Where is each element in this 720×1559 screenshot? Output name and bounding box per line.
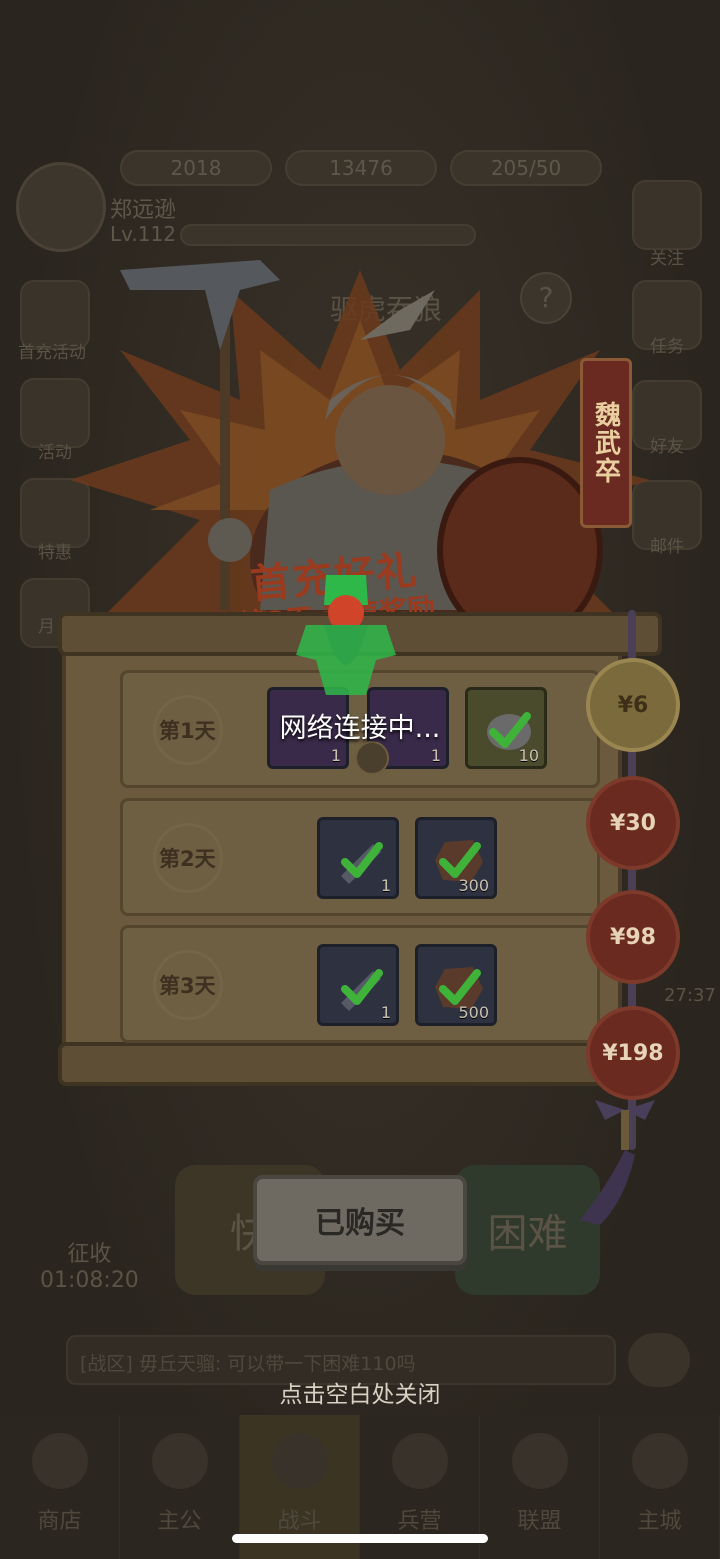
hero-name-plate: 魏武卒 — [580, 358, 632, 528]
day-label: 第2天 — [159, 847, 216, 871]
price-tag-198[interactable]: ¥198 — [586, 1006, 680, 1100]
levy-timer: 01:08:20 — [40, 1268, 139, 1293]
stamina-value: 205/50 — [490, 156, 562, 180]
item-qty: 1 — [380, 876, 391, 895]
nav-label: 主城 — [637, 1509, 682, 1534]
chat-message: [战区] 毋丘天骝: 可以带一下困难110吗 — [80, 1353, 416, 1375]
price-tag-30[interactable]: ¥30 — [586, 776, 680, 870]
lord-icon — [151, 1433, 208, 1489]
avatar[interactable] — [16, 162, 106, 252]
nav-label: 商店 — [37, 1509, 82, 1534]
nav-alliance[interactable]: 联盟 — [480, 1415, 600, 1559]
side-timer: 27:37 — [664, 985, 716, 1006]
loading-text: 网络连接中... — [279, 713, 441, 744]
barracks-icon — [391, 1433, 448, 1489]
battle-icon — [271, 1433, 328, 1489]
price-tag-98[interactable]: ¥98 — [586, 890, 680, 984]
player-name: 郑远逊 — [110, 198, 177, 223]
nav-label: 兵营 — [397, 1509, 442, 1534]
price-label: ¥30 — [610, 810, 656, 836]
item-qty: 1 — [330, 746, 341, 765]
gold-resource: 2018 — [120, 150, 272, 186]
purchased-button[interactable]: 已购买 — [253, 1175, 467, 1265]
reward-item[interactable]: 1 — [317, 944, 399, 1026]
purchased-label: 已购买 — [315, 1206, 405, 1241]
side-left-label-4: 月 — [38, 617, 55, 637]
alliance-icon — [511, 1433, 568, 1489]
stamina-resource: 205/50 — [450, 150, 602, 186]
reward-item[interactable]: 300 — [415, 817, 497, 899]
price-label: ¥98 — [610, 924, 656, 950]
gem-value: 13476 — [329, 156, 393, 180]
nav-label: 战斗 — [277, 1509, 322, 1534]
city-icon — [631, 1433, 688, 1489]
reward-item[interactable]: 500 — [415, 944, 497, 1026]
tassel-decoration — [580, 1100, 655, 1225]
item-qty: 300 — [458, 876, 489, 895]
day-row-3: 第3天 1 500 — [120, 925, 600, 1043]
item-qty: 1 — [430, 746, 441, 765]
item-qty: 1 — [380, 1003, 391, 1022]
scroll-bottom-roll — [58, 1042, 662, 1086]
gem-resource: 13476 — [285, 150, 437, 186]
day-label: 第3天 — [159, 974, 216, 998]
nav-shop[interactable]: 商店 — [0, 1415, 120, 1559]
item-qty: 10 — [518, 746, 539, 765]
hero-type-badge-icon — [355, 741, 389, 775]
nav-label: 主公 — [157, 1509, 202, 1534]
nav-city[interactable]: 主城 — [600, 1415, 720, 1559]
day-row-2: 第2天 1 300 — [120, 798, 600, 916]
nav-lord[interactable]: 主公 — [120, 1415, 240, 1559]
reward-item[interactable]: 1 — [317, 817, 399, 899]
nav-label: 联盟 — [517, 1509, 562, 1534]
gold-value: 2018 — [170, 156, 222, 180]
loading-character — [296, 575, 396, 695]
home-indicator[interactable] — [232, 1534, 488, 1543]
shop-icon — [31, 1433, 88, 1489]
levy-panel[interactable]: 征收 01:08:20 — [40, 1242, 139, 1294]
hard-mode-label: 困难 — [487, 1211, 568, 1257]
item-qty: 500 — [458, 1003, 489, 1022]
levy-label: 征收 — [67, 1242, 112, 1267]
close-hint[interactable]: 点击空白处关闭 — [0, 1375, 720, 1409]
price-label: ¥198 — [602, 1040, 664, 1066]
